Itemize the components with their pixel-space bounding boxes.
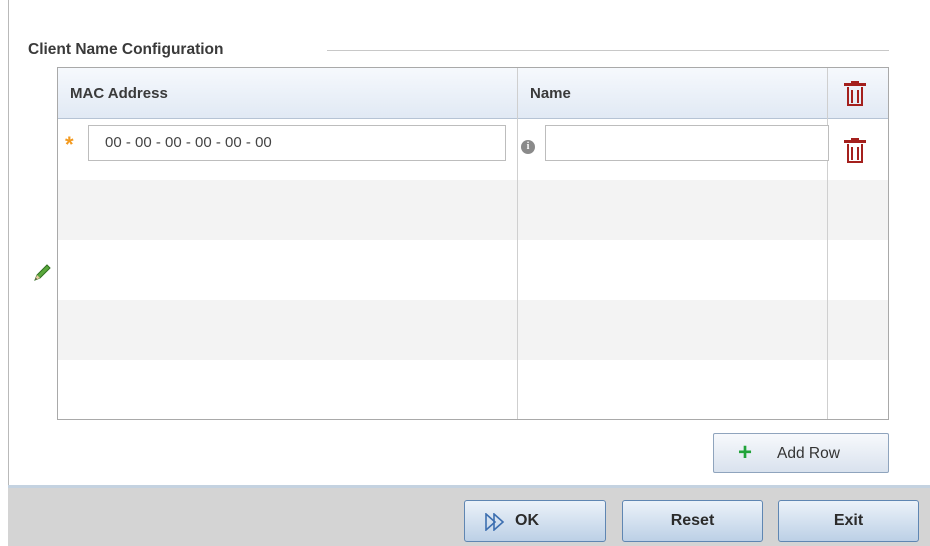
reset-button[interactable]: Reset bbox=[622, 500, 763, 542]
edit-pencil-icon[interactable] bbox=[32, 263, 52, 283]
add-row-button[interactable]: + Add Row bbox=[713, 433, 889, 473]
column-divider bbox=[827, 68, 828, 419]
add-row-label: Add Row bbox=[777, 445, 840, 462]
delete-all-trash-icon[interactable] bbox=[844, 81, 866, 107]
table-header: MAC Address Name bbox=[58, 68, 888, 119]
section-divider bbox=[327, 50, 889, 51]
table-row bbox=[58, 180, 888, 240]
delete-row-trash-icon[interactable] bbox=[844, 138, 866, 164]
table-row bbox=[58, 360, 888, 420]
table-row bbox=[58, 240, 888, 300]
table-row bbox=[58, 300, 888, 360]
ok-button[interactable]: OK bbox=[464, 500, 606, 542]
double-arrow-icon bbox=[485, 513, 505, 531]
mac-address-input[interactable]: 00 - 00 - 00 - 00 - 00 - 00 bbox=[88, 125, 506, 161]
exit-button[interactable]: Exit bbox=[778, 500, 919, 542]
column-divider bbox=[517, 68, 518, 419]
client-name-table: MAC Address Name * 00 - 00 - 00 - 00 - 0… bbox=[57, 67, 889, 420]
column-header-name[interactable]: Name bbox=[530, 68, 571, 119]
section-title: Client Name Configuration bbox=[28, 41, 234, 59]
ok-label: OK bbox=[515, 512, 539, 529]
required-asterisk-icon: * bbox=[65, 132, 74, 157]
plus-icon: + bbox=[738, 439, 753, 466]
name-input[interactable] bbox=[545, 125, 829, 161]
info-icon[interactable]: i bbox=[521, 140, 535, 154]
column-header-mac-address[interactable]: MAC Address bbox=[70, 68, 168, 119]
